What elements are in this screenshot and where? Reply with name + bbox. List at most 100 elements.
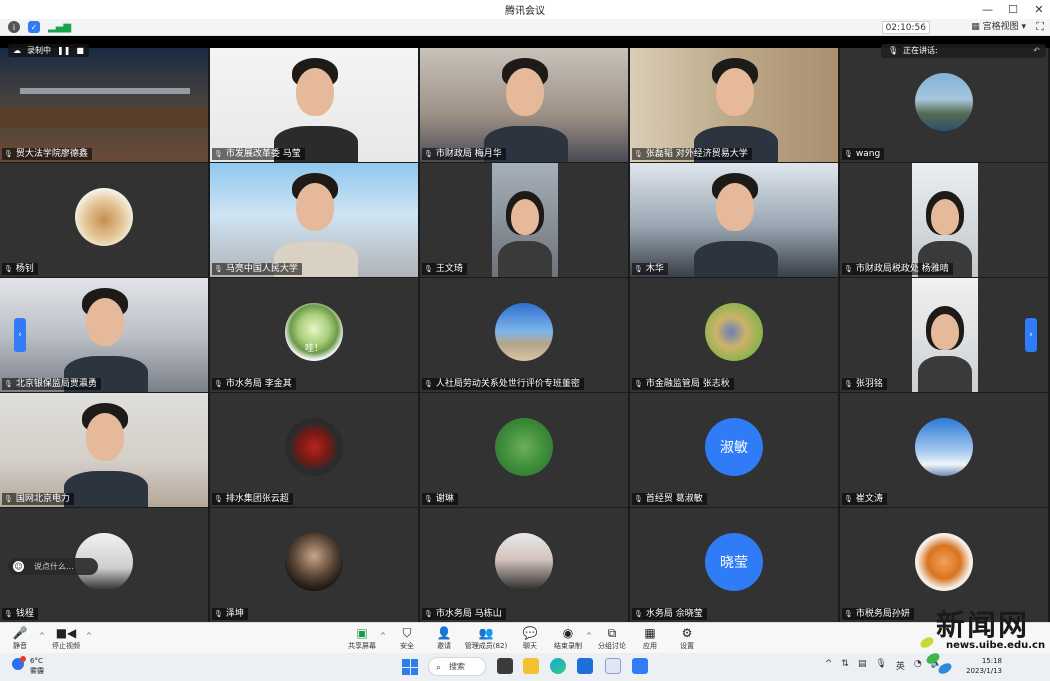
- emoji-icon[interactable]: ☺: [13, 561, 24, 572]
- tray-app-icon-2[interactable]: ▤: [858, 659, 867, 672]
- meeting-info-icon[interactable]: i: [8, 21, 20, 33]
- mic-muted-icon: 🎙: [424, 495, 433, 503]
- participant-tile[interactable]: 🎙 人社局劳动关系处世行评价专班董密: [420, 278, 628, 392]
- participant-tile[interactable]: 🎙 马亮中国人民大学: [210, 163, 418, 277]
- chat-quick-input[interactable]: ☺ 说点什么...: [8, 558, 98, 575]
- minimize-button[interactable]: —: [982, 3, 993, 16]
- participant-name-tag: 🎙 wang: [842, 148, 885, 160]
- share-screen-button[interactable]: ▣ 共享屏幕: [340, 625, 384, 651]
- tray-mic-icon[interactable]: 🎙: [875, 659, 886, 672]
- file-explorer-icon[interactable]: [523, 658, 539, 674]
- participant-name: 市税务局孙妍: [855, 609, 910, 619]
- participant-tile[interactable]: 淑敏 🎙 首经贸 葛淑敏: [630, 393, 838, 507]
- taskbar-search[interactable]: ⌕ 搜索: [428, 657, 486, 676]
- participant-tile[interactable]: 🎙 wang: [840, 48, 1048, 162]
- participant-name: 马亮中国人民大学: [225, 264, 298, 274]
- weather-widget[interactable]: 6°C 雾霾: [12, 656, 44, 676]
- mic-muted-icon: 🎙: [634, 150, 643, 158]
- grid-view-toggle[interactable]: ▦ 宫格视图 ▾: [971, 21, 1026, 34]
- tray-app-icon[interactable]: ⇅: [841, 659, 849, 672]
- mic-muted-icon: 🎙: [844, 150, 853, 158]
- participant-tile[interactable]: 🎙 崔文涛: [840, 393, 1048, 507]
- chevron-down-icon: ▾: [1021, 22, 1026, 32]
- recording-badge[interactable]: ☁ 录制中 ❚❚ ■: [8, 44, 89, 57]
- pause-record-icon[interactable]: ❚❚: [57, 44, 70, 57]
- participant-tile[interactable]: 🎙 市发展改革委 马莹: [210, 48, 418, 162]
- ime-indicator[interactable]: 英: [896, 659, 905, 672]
- participant-tile[interactable]: 🎙 市水务局 马栋山: [420, 508, 628, 622]
- video-options-caret[interactable]: ^: [86, 632, 92, 640]
- settings-button[interactable]: ⚙ 设置: [665, 625, 709, 651]
- grid-view-icon: ▦: [971, 22, 983, 32]
- participant-avatar: [915, 418, 973, 476]
- participant-name: wang: [855, 149, 881, 159]
- mic-muted-icon: 🎙: [214, 495, 223, 503]
- next-page-arrow[interactable]: ›: [1025, 318, 1037, 352]
- participant-tile[interactable]: 🎙 泽坤: [210, 508, 418, 622]
- participant-tile[interactable]: 🎙 木华: [630, 163, 838, 277]
- participant-tile[interactable]: 🎙 市财政局税政处 杨雅晴: [840, 163, 1048, 277]
- participant-tile[interactable]: 🎙 市税务局孙妍: [840, 508, 1048, 622]
- recording-label: 录制中: [27, 46, 51, 55]
- manage-members-button[interactable]: 👥 管理成员(82): [464, 625, 508, 651]
- fullscreen-icon[interactable]: ⛶: [1036, 20, 1044, 34]
- close-button[interactable]: ✕: [1034, 3, 1044, 16]
- participant-name: 市水务局 马栋山: [435, 609, 502, 619]
- participant-name: 钱程: [15, 609, 34, 619]
- chevron-up-icon[interactable]: ^: [825, 659, 833, 672]
- network-signal-icon[interactable]: ▂▄▆: [48, 21, 71, 33]
- mic-muted-icon: 🎙: [424, 150, 433, 158]
- participant-tile[interactable]: 🎙 贸大法学院廖德鑫: [0, 48, 208, 162]
- participant-name-tag: 🎙 贸大法学院廖德鑫: [2, 148, 92, 160]
- participant-name-tag: 🎙 市财政局税政处 杨雅晴: [842, 263, 953, 275]
- tencent-meeting-taskbar-icon[interactable]: [632, 658, 648, 674]
- start-button[interactable]: [402, 659, 418, 675]
- mic-muted-icon: 🎙: [214, 610, 223, 618]
- participant-avatar: [285, 533, 343, 591]
- participant-tile[interactable]: 🎙 张羽铭: [840, 278, 1048, 392]
- app-icon[interactable]: [605, 658, 621, 674]
- stop-record-icon[interactable]: ■: [76, 44, 84, 57]
- participant-name: 北京银保监局贾瀛勇: [15, 379, 97, 389]
- participant-tile[interactable]: 🎙 市财政局 梅月华: [420, 48, 628, 162]
- edge-browser-icon[interactable]: [550, 658, 566, 674]
- participant-name-tag: 🎙 马亮中国人民大学: [212, 263, 302, 275]
- prev-page-arrow[interactable]: ‹: [14, 318, 26, 352]
- participant-tile[interactable]: 🎙 北京银保监局贾瀛勇: [0, 278, 208, 392]
- participant-tile[interactable]: 🎙 谢琳: [420, 393, 628, 507]
- mute-button[interactable]: 🎤 静音: [0, 625, 42, 651]
- task-view-icon[interactable]: [497, 658, 513, 674]
- mic-muted-icon: 🎙: [844, 610, 853, 618]
- encryption-shield-icon[interactable]: ✓: [28, 21, 40, 33]
- participant-tile[interactable]: 🎙 排水集团张云超: [210, 393, 418, 507]
- participant-name: 张羽铭: [855, 379, 883, 389]
- participant-tile[interactable]: 🎙 张磊韬 对外经济贸易大学: [630, 48, 838, 162]
- stop-video-button[interactable]: ■◀ 停止视频: [44, 625, 88, 651]
- reply-arrow-icon: ↶: [1033, 46, 1040, 55]
- maximize-button[interactable]: ☐: [1008, 3, 1018, 16]
- participant-name-tag: 🎙 钱程: [2, 608, 38, 620]
- participant-video: [0, 48, 208, 162]
- taskbar-clock[interactable]: 15:18 2023/1/13: [966, 656, 1002, 676]
- participant-tile[interactable]: 🎙 王文琦: [420, 163, 628, 277]
- participant-tile[interactable]: 🎙 国网北京电力: [0, 393, 208, 507]
- participant-name: 市发展改革委 马莹: [225, 149, 301, 159]
- participant-tile[interactable]: 🎙 杨钊: [0, 163, 208, 277]
- wifi-icon[interactable]: ◔: [914, 659, 922, 672]
- store-icon[interactable]: [577, 658, 593, 674]
- invite-button[interactable]: 👤 邀请: [422, 625, 466, 651]
- participant-name-tag: 🎙 张磊韬 对外经济贸易大学: [632, 148, 752, 160]
- participant-name-tag: 🎙 谢琳: [422, 493, 458, 505]
- participant-name: 市财政局税政处 杨雅晴: [855, 264, 949, 274]
- participant-name-tag: 🎙 北京银保监局贾瀛勇: [2, 378, 101, 390]
- participant-name-tag: 🎙 首经贸 葛淑敏: [632, 493, 707, 505]
- participant-tile[interactable]: 晓莹 🎙 水务局 佘晓莹: [630, 508, 838, 622]
- participant-video: [912, 163, 978, 277]
- stop-recording-button[interactable]: ◉ 结束录制: [546, 625, 590, 651]
- participant-name: 王文琦: [435, 264, 463, 274]
- participant-video: [0, 278, 208, 392]
- participant-tile[interactable]: 哇！ 🎙 市水务局 李金其: [210, 278, 418, 392]
- participant-name-tag: 🎙 泽坤: [212, 608, 248, 620]
- participant-tile[interactable]: 🎙 市金融监管局 张志秋: [630, 278, 838, 392]
- volume-icon[interactable]: 🔈: [931, 659, 942, 672]
